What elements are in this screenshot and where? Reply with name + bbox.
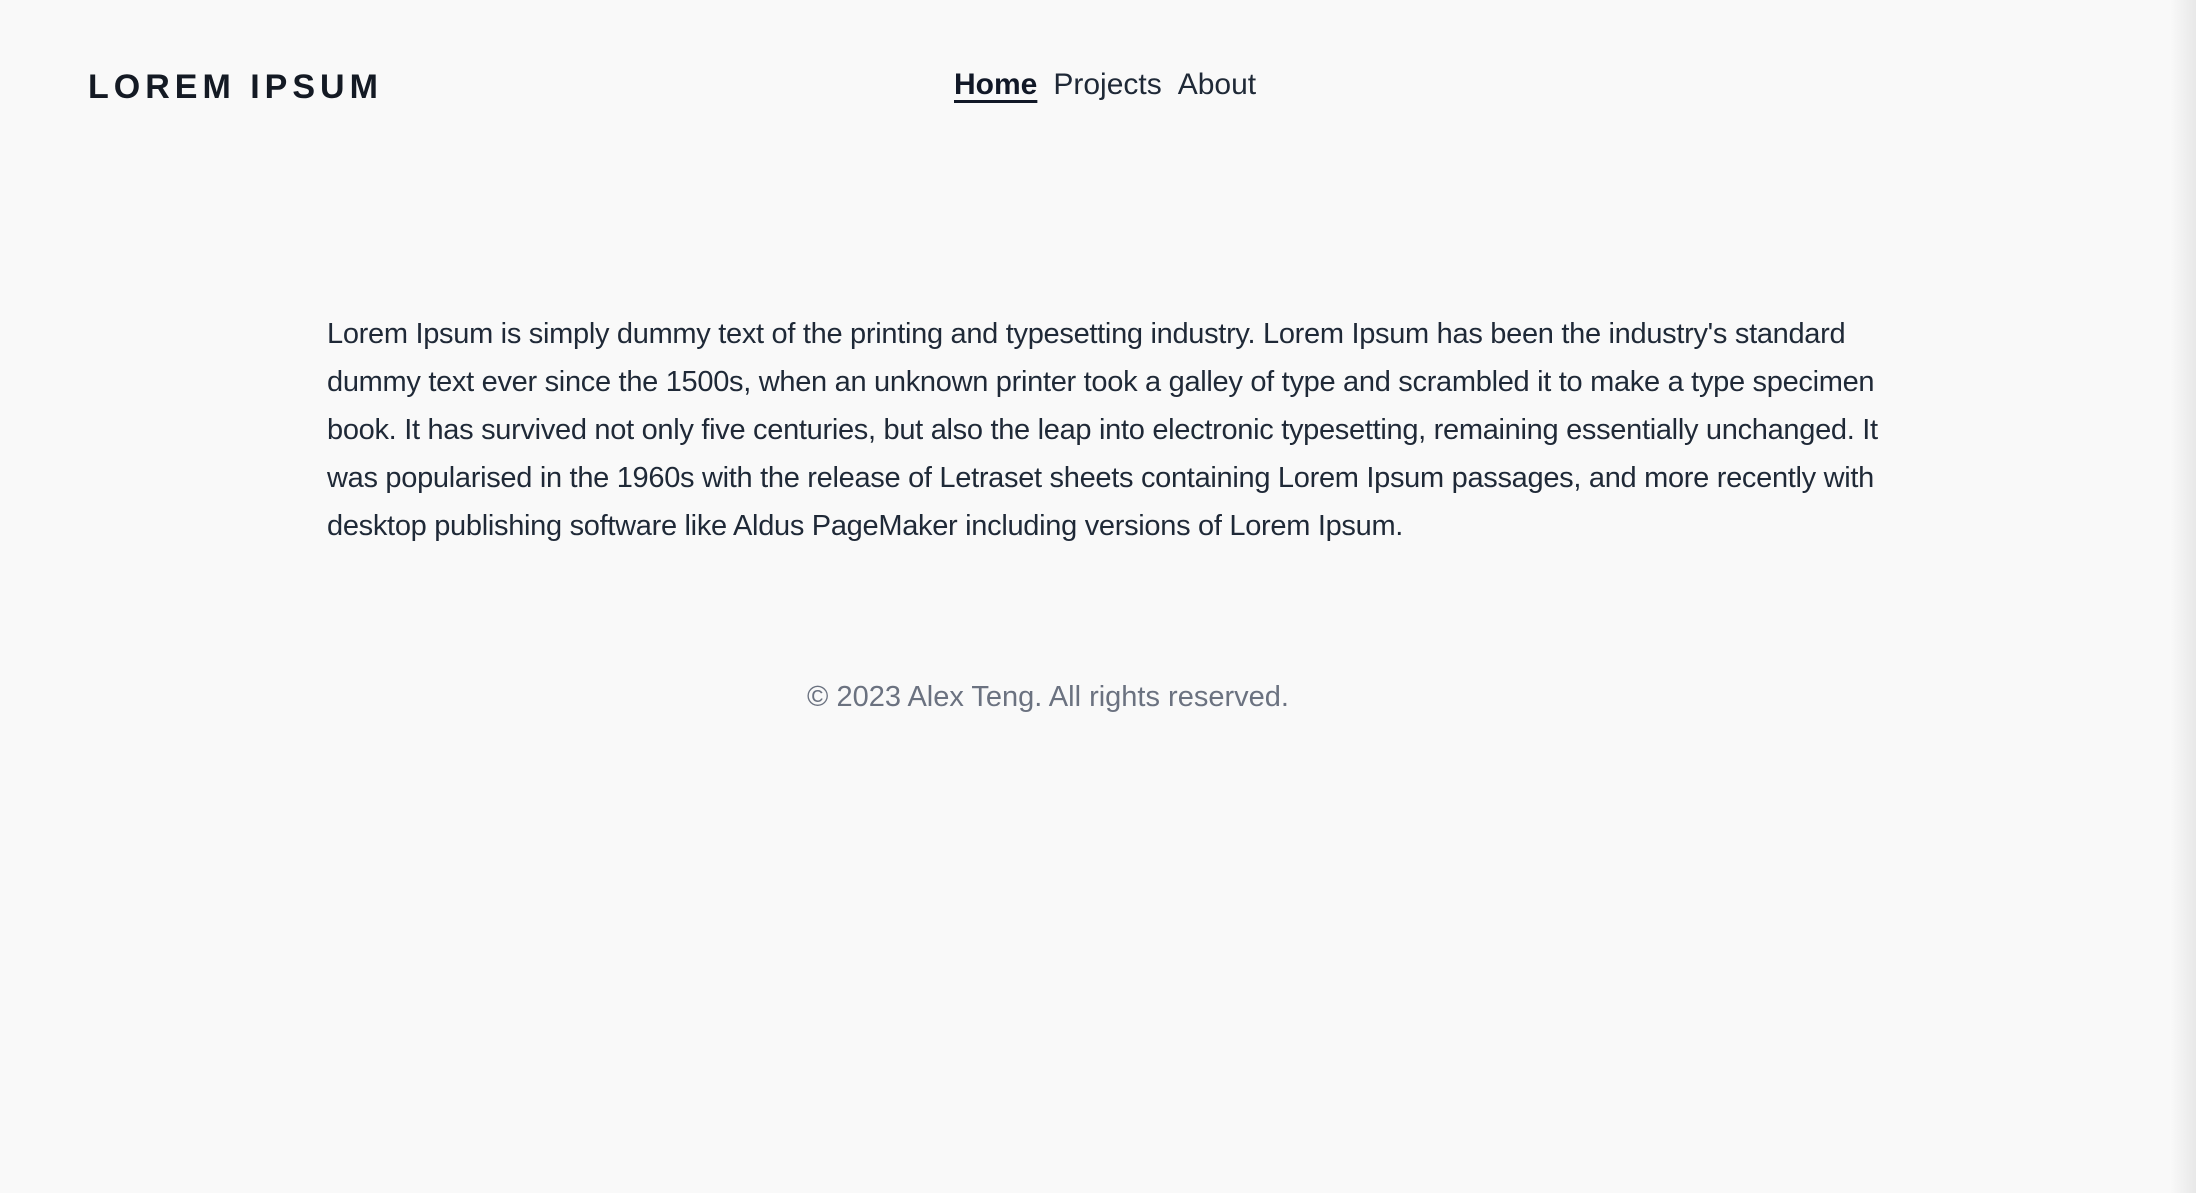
main-content: Lorem Ipsum is simply dummy text of the …	[327, 310, 1887, 550]
nav-link-about[interactable]: About	[1178, 70, 1256, 100]
nav-link-home[interactable]: Home	[954, 70, 1037, 100]
page: LOREM IPSUM Home Projects About Lorem Ip…	[0, 0, 2196, 1193]
site-header: LOREM IPSUM Home Projects About	[0, 60, 2196, 120]
site-logo[interactable]: LOREM IPSUM	[88, 70, 383, 104]
main-nav: Home Projects About	[954, 70, 1256, 100]
window-edge-shadow	[2170, 0, 2196, 1193]
site-footer: © 2023 Alex Teng. All rights reserved.	[0, 680, 2196, 715]
intro-paragraph: Lorem Ipsum is simply dummy text of the …	[327, 318, 1878, 542]
copyright-text: © 2023 Alex Teng. All rights reserved.	[807, 681, 1289, 713]
nav-link-projects[interactable]: Projects	[1053, 70, 1161, 100]
